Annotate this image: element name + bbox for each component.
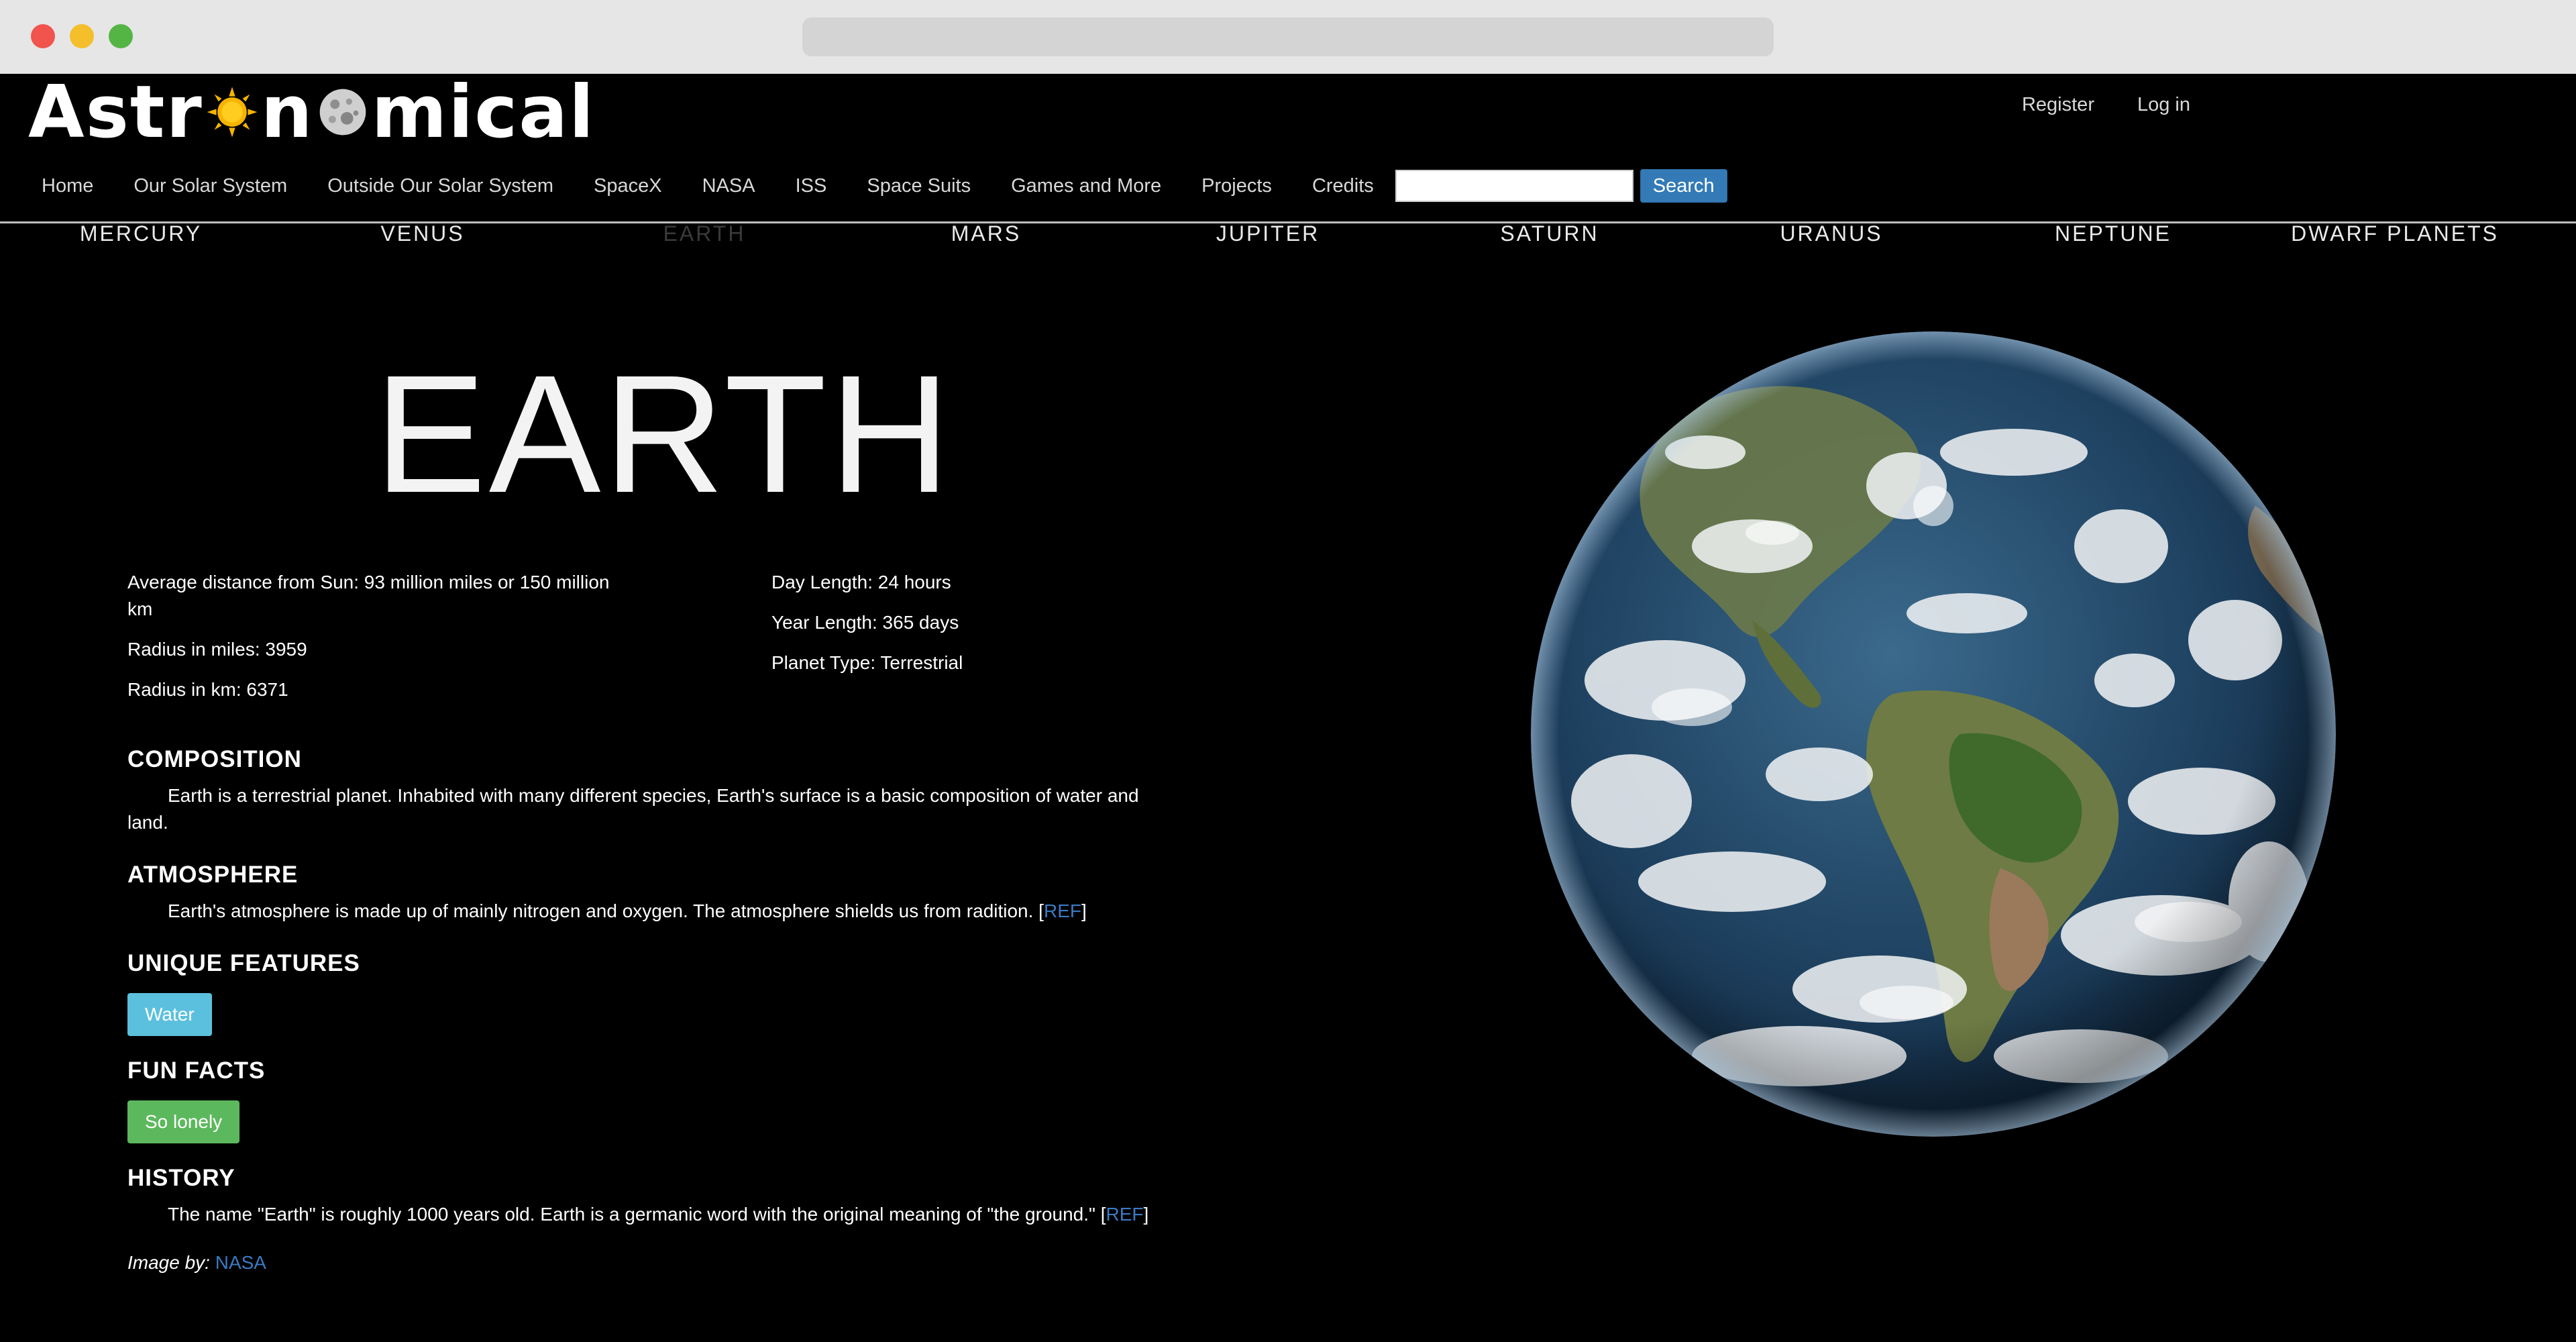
register-link[interactable]: Register (2022, 94, 2094, 116)
image-credit-label: Image by: (127, 1252, 215, 1273)
close-window-button[interactable] (31, 24, 55, 48)
fun-facts-section: FUN FACTS So lonely (127, 1057, 1174, 1143)
earth-image (1531, 331, 2336, 1137)
logo-text-end: mical (371, 70, 596, 154)
atmosphere-ref-link[interactable]: REF (1044, 900, 1081, 921)
page-title: EARTH (374, 340, 953, 527)
stat-planet-type: Planet Type: Terrestrial (771, 652, 963, 673)
planet-tab-neptune[interactable]: NEPTUNE (1972, 221, 2254, 246)
browser-chrome (0, 0, 2576, 74)
nav-our-solar-system[interactable]: Our Solar System (133, 175, 287, 197)
logo-text-start: Astr (28, 70, 203, 154)
composition-section: COMPOSITION Earth is a terrestrial plane… (127, 746, 1174, 836)
history-ref-close: ] (1143, 1204, 1149, 1225)
account-links: Register Log in (2022, 94, 2190, 116)
water-badge[interactable]: Water (127, 993, 212, 1036)
planet-tab-earth[interactable]: EARTH (564, 221, 845, 246)
logo-text-mid: n (260, 70, 314, 154)
planet-tab-mercury[interactable]: MERCURY (0, 221, 282, 246)
search-input[interactable] (1395, 170, 1633, 202)
history-ref-link[interactable]: REF (1106, 1204, 1144, 1225)
nav-home[interactable]: Home (42, 175, 93, 197)
atmosphere-text: Earth's atmosphere is made up of mainly … (168, 900, 1044, 921)
planet-tab-dwarf-planets[interactable]: DWARF PLANETS (2254, 221, 2536, 246)
planet-tab-mars[interactable]: MARS (845, 221, 1127, 246)
minimize-window-button[interactable] (70, 24, 94, 48)
stat-radius-km: Radius in km: 6371 (127, 679, 288, 700)
planet-tab-saturn[interactable]: SATURN (1409, 221, 1690, 246)
planet-nav: MERCURY VENUS EARTH MARS JUPITER SATURN … (0, 221, 2576, 246)
search-button[interactable]: Search (1640, 169, 1727, 203)
composition-heading: COMPOSITION (127, 746, 302, 772)
composition-text: Earth is a terrestrial planet. Inhabited… (127, 785, 1139, 833)
nasa-credit-link[interactable]: NASA (215, 1252, 266, 1273)
nav-spacex[interactable]: SpaceX (594, 175, 662, 197)
atmosphere-paragraph: Earth's atmosphere is made up of mainly … (127, 898, 1174, 925)
stat-distance: Average distance from Sun: 93 million mi… (127, 572, 610, 619)
nav-projects[interactable]: Projects (1201, 175, 1272, 197)
nav-nasa[interactable]: NASA (702, 175, 755, 197)
planet-tab-uranus[interactable]: URANUS (1690, 221, 1972, 246)
moon-icon (319, 89, 366, 136)
image-credit: Image by: NASA (127, 1252, 266, 1274)
atmosphere-ref-close: ] (1081, 900, 1087, 921)
atmosphere-section: ATMOSPHERE Earth's atmosphere is made up… (127, 862, 1174, 925)
stat-year-length: Year Length: 365 days (771, 612, 959, 633)
history-section: HISTORY The name "Earth" is roughly 1000… (127, 1165, 1174, 1228)
address-bar[interactable] (802, 17, 1774, 56)
so-lonely-badge[interactable]: So lonely (127, 1100, 240, 1143)
stat-day-length: Day Length: 24 hours (771, 572, 951, 592)
maximize-window-button[interactable] (109, 24, 133, 48)
site-logo[interactable]: Astr n mical (28, 70, 595, 154)
atmosphere-heading: ATMOSPHERE (127, 862, 299, 888)
main-nav: Home Our Solar System Outside Our Solar … (42, 169, 1727, 203)
planet-tab-jupiter[interactable]: JUPITER (1127, 221, 1409, 246)
stat-radius-miles: Radius in miles: 3959 (127, 639, 307, 660)
nav-outside-solar-system[interactable]: Outside Our Solar System (327, 175, 553, 197)
nav-iss[interactable]: ISS (796, 175, 827, 197)
unique-features-heading: UNIQUE FEATURES (127, 950, 360, 976)
nav-space-suits[interactable]: Space Suits (867, 175, 971, 197)
login-link[interactable]: Log in (2137, 94, 2190, 116)
fun-facts-heading: FUN FACTS (127, 1057, 266, 1084)
history-text: The name "Earth" is roughly 1000 years o… (168, 1204, 1106, 1225)
stats-right: Day Length: 24 hours Year Length: 365 da… (771, 569, 1174, 690)
planet-tab-venus[interactable]: VENUS (282, 221, 564, 246)
nav-games-and-more[interactable]: Games and More (1011, 175, 1161, 197)
stats-left: Average distance from Sun: 93 million mi… (127, 569, 637, 717)
unique-features-section: UNIQUE FEATURES Water (127, 950, 1174, 1036)
history-heading: HISTORY (127, 1165, 235, 1191)
sun-icon (207, 87, 258, 138)
nav-credits[interactable]: Credits (1312, 175, 1374, 197)
history-paragraph: The name "Earth" is roughly 1000 years o… (127, 1201, 1174, 1228)
